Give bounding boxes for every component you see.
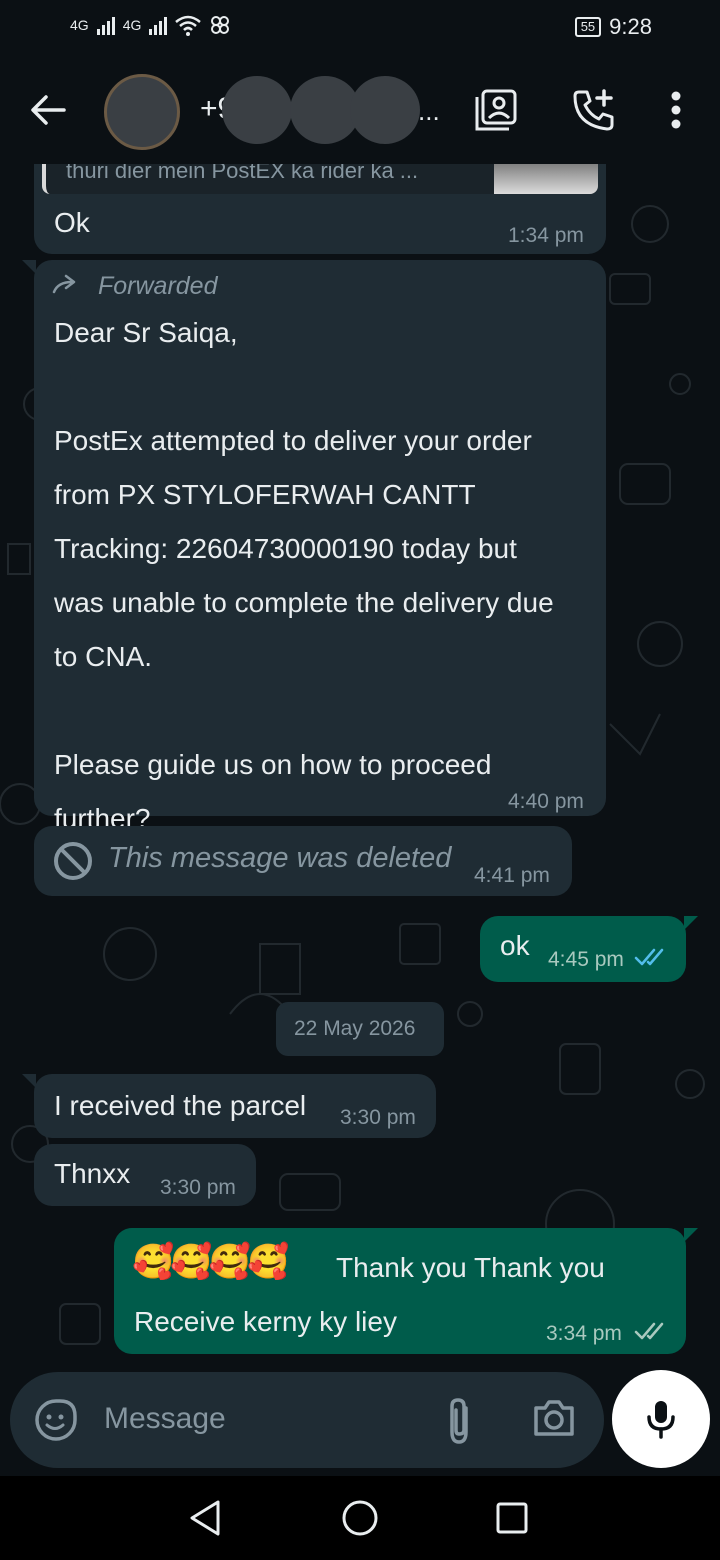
forwarded-label: Forwarded — [98, 272, 218, 300]
add-call-icon — [573, 89, 614, 131]
message-bubble-outgoing[interactable]: ok 4:45 pm — [480, 916, 698, 982]
redacted-blob — [350, 76, 420, 144]
message-bubble-outgoing[interactable]: 🥰🥰🥰🥰 Thank you Thank you Receive kerny k… — [114, 1228, 698, 1354]
message-bubble-incoming[interactable]: I received the parcel 3:30 pm — [22, 1074, 436, 1138]
message-text: This message was deleted — [108, 842, 452, 874]
nav-back-button[interactable] — [186, 1498, 226, 1538]
chat-header: +9 ... — [0, 56, 720, 164]
nav-home-button[interactable] — [340, 1498, 380, 1538]
nav-recents-icon — [496, 1502, 528, 1534]
signal-icon — [96, 15, 115, 35]
message-time: 4:40 pm — [508, 790, 584, 813]
more-options-button[interactable] — [656, 84, 696, 136]
back-button[interactable] — [18, 86, 78, 134]
nav-recents-button[interactable] — [494, 1500, 530, 1536]
message-text: Thank you Thank you — [336, 1252, 605, 1283]
sticker-button[interactable] — [34, 1398, 80, 1444]
message-time: 3:30 pm — [340, 1106, 416, 1129]
message-text: Thnxx — [54, 1158, 131, 1189]
quoted-reply[interactable]: thuri dier mein PostEX ka rider ka ... — [42, 164, 598, 194]
video-call-button[interactable] — [470, 84, 522, 136]
message-bubble-incoming[interactable]: This message was deleted 4:41 pm — [34, 826, 572, 896]
camera-icon — [534, 1400, 574, 1436]
message-text: I received the parcel — [54, 1090, 307, 1121]
message-time: 4:41 pm — [474, 864, 550, 887]
network-label-1: 4G — [70, 17, 89, 33]
message-time: 1:34 pm — [508, 224, 584, 247]
video-contact-icon — [475, 89, 517, 131]
status-bar: 4G 4G 55 9:28 — [0, 0, 720, 56]
contact-avatar[interactable] — [104, 74, 180, 150]
more-vert-icon — [671, 91, 681, 129]
date-chip: 22 May 2026 — [276, 1002, 444, 1056]
signal-icon-2 — [149, 15, 168, 35]
voice-message-button[interactable] — [612, 1370, 710, 1468]
redacted-blob — [222, 76, 292, 144]
message-text: Ok — [54, 207, 90, 238]
quoted-thumbnail — [494, 164, 598, 194]
attach-icon — [450, 1398, 468, 1444]
date-chip-text: 22 May 2026 — [294, 1017, 416, 1040]
nav-back-icon — [190, 1500, 220, 1536]
sticker-icon — [35, 1399, 77, 1441]
message-time: 3:30 pm — [160, 1176, 236, 1199]
message-bubble-incoming[interactable]: thuri dier mein PostEX ka rider ka ... O… — [34, 164, 606, 254]
status-time: 9:28 — [609, 14, 652, 39]
message-bubble-incoming[interactable]: Forwarded Dear Sr Saiqa, PostEx attempte… — [22, 260, 606, 834]
attach-button[interactable] — [442, 1396, 478, 1446]
emoji-row: 🥰🥰🥰🥰 — [132, 1243, 289, 1281]
network-label-2: 4G — [122, 17, 142, 33]
message-bubble-incoming[interactable]: Thnxx 3:30 pm — [34, 1144, 256, 1206]
status-right: 55 9:28 — [574, 14, 652, 40]
message-text: ok — [500, 930, 530, 961]
contact-name-ellipsis: ... — [418, 96, 440, 126]
message-text-line2: Receive kerny ky liey — [134, 1306, 397, 1337]
double-tick-icon — [634, 948, 664, 966]
mic-icon — [647, 1401, 675, 1439]
battery-indicator: 55 — [574, 17, 602, 37]
quoted-reply-text: thuri dier mein PostEX ka rider ka ... — [66, 164, 419, 183]
status-left: 4G 4G — [70, 14, 231, 36]
double-tick-icon — [634, 1322, 664, 1340]
system-nav-bar — [0, 1476, 720, 1560]
message-input-bar: Message — [10, 1372, 604, 1468]
wifi-icon — [175, 15, 202, 36]
blocked-icon — [54, 842, 92, 880]
message-time: 3:34 pm — [546, 1322, 622, 1345]
nav-home-icon — [342, 1500, 378, 1536]
camera-button[interactable] — [532, 1398, 578, 1440]
message-text: Dear Sr Saiqa, PostEx attempted to deliv… — [54, 317, 554, 834]
message-input[interactable]: Message — [104, 1402, 226, 1436]
back-arrow-icon — [31, 95, 66, 125]
forward-icon — [52, 274, 76, 294]
hotspot-icon — [211, 16, 230, 34]
add-call-button[interactable] — [566, 84, 622, 136]
chat-area[interactable]: thuri dier mein PostEX ka rider ka ... O… — [0, 164, 720, 1476]
message-time: 4:45 pm — [548, 948, 624, 971]
